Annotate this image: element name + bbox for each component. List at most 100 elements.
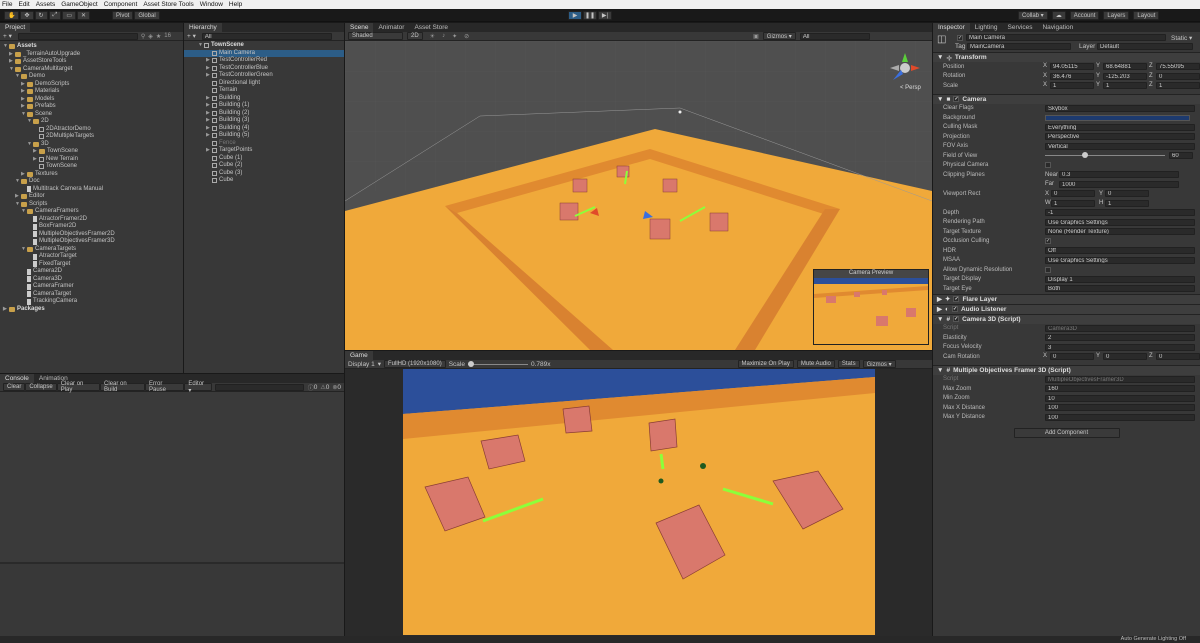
project-item[interactable]: ▶ Materials: [0, 88, 183, 96]
dropdown-field[interactable]: None (Render Texture): [1045, 228, 1195, 236]
project-item[interactable]: ▶ Editor: [0, 193, 183, 201]
project-item[interactable]: BoxFramer2D: [0, 223, 183, 231]
tag-dropdown[interactable]: MainCamera: [967, 43, 1071, 50]
tab-lighting[interactable]: Lighting: [970, 23, 1003, 32]
menu-component[interactable]: Component: [104, 1, 138, 8]
project-item[interactable]: ▼ Demo: [0, 73, 183, 81]
far-field[interactable]: 1000: [1059, 180, 1179, 188]
project-item[interactable]: ▶ _TerrainAutoUpgrade: [0, 51, 183, 59]
position-x-field[interactable]: 94.05115: [1050, 63, 1094, 71]
project-item[interactable]: ▶ Models: [0, 96, 183, 104]
scene-search-input[interactable]: All: [799, 32, 870, 40]
tab-inspector[interactable]: Inspector: [933, 23, 970, 32]
game-render[interactable]: [403, 369, 875, 635]
hidden-objects-icon[interactable]: ⊘: [464, 33, 469, 40]
hierarchy-item[interactable]: Cube (3): [184, 170, 344, 178]
menu-asset-store-tools[interactable]: Asset Store Tools: [143, 1, 193, 8]
project-item[interactable]: CameraFramer: [0, 283, 183, 291]
game-gizmos-dropdown[interactable]: Gizmos ▾: [862, 360, 896, 368]
project-item[interactable]: Multitrack Camera Manual: [0, 186, 183, 194]
cam-rotation-z-field[interactable]: 0: [1156, 353, 1200, 361]
project-item[interactable]: ▶ Prefabs: [0, 103, 183, 111]
project-item[interactable]: FixedTarget: [0, 261, 183, 269]
static-dropdown[interactable]: Static ▾: [1171, 34, 1192, 42]
cam-rotation-x-field[interactable]: 0: [1050, 353, 1094, 361]
filter-icon[interactable]: ⚲: [141, 33, 145, 40]
rotate-tool-icon[interactable]: ↻: [34, 11, 48, 20]
menu-file[interactable]: File: [2, 1, 12, 8]
scene-orientation-gizmo[interactable]: [890, 53, 920, 83]
cloud-icon[interactable]: ☁: [1051, 11, 1066, 20]
hand-tool-icon[interactable]: ✋: [4, 11, 20, 20]
rect-tool-icon[interactable]: ▭: [62, 11, 77, 20]
hierarchy-item[interactable]: Terrain: [184, 87, 344, 95]
layout-dropdown[interactable]: Layout: [1133, 11, 1160, 20]
console-editor-dropdown[interactable]: Editor ▾: [184, 381, 213, 394]
tab-animator[interactable]: Animator: [373, 23, 409, 32]
dropdown-field[interactable]: Display 1: [1045, 275, 1195, 283]
value-field[interactable]: 3: [1045, 343, 1195, 351]
global-toggle[interactable]: Global: [134, 11, 160, 20]
hierarchy-item[interactable]: Cube (1): [184, 155, 344, 163]
rotation-y-field[interactable]: -125.203: [1103, 72, 1147, 80]
console-clear-on-build-button[interactable]: Clear on Build: [100, 381, 145, 393]
tab-navigation[interactable]: Navigation: [1037, 23, 1078, 32]
create-dropdown[interactable]: + ▾: [187, 32, 196, 40]
project-item[interactable]: ▼ CameraFramers: [0, 208, 183, 216]
transform-header[interactable]: ▼ ⊹ Transform: [933, 52, 1200, 62]
console-search-input[interactable]: [215, 383, 304, 391]
layers-dropdown[interactable]: Layers: [1103, 11, 1130, 20]
project-item[interactable]: Camera3D: [0, 276, 183, 284]
transform-tool-icon[interactable]: ✕: [77, 11, 91, 20]
move-tool-icon[interactable]: ✥: [20, 11, 34, 20]
dropdown-field[interactable]: Use Graphics Settings: [1045, 256, 1195, 264]
dropdown-field[interactable]: Vertical: [1045, 142, 1195, 150]
dropdown-field[interactable]: Use Graphics Settings: [1045, 218, 1195, 226]
rotation-x-field[interactable]: 36.476: [1050, 72, 1094, 80]
hierarchy-item[interactable]: ▶ Building (1): [184, 102, 344, 110]
add-component-button[interactable]: Add Component: [1013, 428, 1120, 438]
hierarchy-item[interactable]: ▶ TestControllerRed: [184, 57, 344, 65]
project-search-input[interactable]: [17, 32, 138, 40]
scale-z-field[interactable]: 1: [1156, 82, 1200, 90]
hierarchy-item[interactable]: ▶ Building (5): [184, 132, 344, 140]
audio-icon[interactable]: ♪: [442, 33, 445, 39]
checkbox[interactable]: [1045, 162, 1051, 169]
hierarchy-item[interactable]: Cube: [184, 177, 344, 185]
depth-field[interactable]: -1: [1045, 209, 1195, 217]
project-item[interactable]: ▶ AssetStoreTools: [0, 58, 183, 66]
framer-header[interactable]: ▼ # Multiple Objectives Framer 3D (Script): [933, 364, 1200, 375]
tab-services[interactable]: Services: [1003, 23, 1038, 32]
mute-audio-toggle[interactable]: Mute Audio: [796, 360, 835, 368]
camera-header[interactable]: ▼ ■ ✓ Camera: [933, 93, 1200, 104]
project-item[interactable]: ▼ Doc: [0, 178, 183, 186]
star-icon[interactable]: ★: [156, 33, 161, 40]
background-color-swatch[interactable]: [1045, 114, 1190, 121]
pause-button[interactable]: ❚❚: [583, 11, 597, 20]
active-checkbox[interactable]: ✓: [957, 35, 963, 41]
dropdown-field[interactable]: Skybox: [1045, 104, 1195, 112]
tab-console[interactable]: Console: [0, 374, 34, 383]
position-z-field[interactable]: 75.55095: [1156, 63, 1200, 71]
stats-toggle[interactable]: Stats: [837, 360, 860, 368]
project-item[interactable]: ▼ 3D: [0, 141, 183, 149]
position-y-field[interactable]: 68.64881: [1103, 63, 1147, 71]
project-item[interactable]: Camera2D: [0, 268, 183, 276]
lighting-icon[interactable]: ☀: [430, 33, 435, 40]
hierarchy-item[interactable]: Directional light: [184, 80, 344, 88]
console-collapse-button[interactable]: Collapse: [25, 383, 57, 391]
persp-label[interactable]: < Persp: [900, 85, 921, 91]
value-field[interactable]: 2: [1045, 334, 1195, 342]
label-icon[interactable]: ◈: [148, 33, 153, 40]
project-item[interactable]: ▶ New Terrain: [0, 156, 183, 164]
scale-tool-icon[interactable]: ⤢: [48, 11, 62, 20]
scale-x-field[interactable]: 1: [1050, 82, 1094, 90]
scene-gizmos-dropdown[interactable]: Gizmos ▾: [762, 32, 796, 40]
cam-rotation-y-field[interactable]: 0: [1103, 353, 1147, 361]
project-item[interactable]: 2DMultipleTargets: [0, 133, 183, 141]
near-field[interactable]: 0.3: [1059, 171, 1179, 179]
dropdown-field[interactable]: Everything: [1045, 123, 1195, 131]
effects-icon[interactable]: ✦: [452, 33, 457, 40]
project-item[interactable]: ▼ Scripts: [0, 201, 183, 209]
console-clear-button[interactable]: Clear: [3, 383, 26, 391]
